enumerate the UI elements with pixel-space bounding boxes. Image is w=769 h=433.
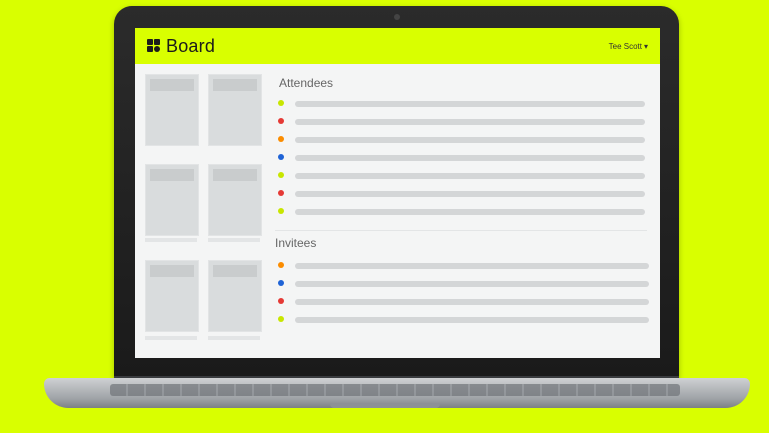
invitees-title: Invitees [275,236,317,250]
screen: Board Tee Scott ▾ Attendees Invitees [135,28,660,358]
name-placeholder [295,173,645,179]
status-dot [278,190,284,196]
attendee-row[interactable] [275,134,653,144]
status-dot [278,118,284,124]
thumbnail[interactable] [145,74,199,146]
attendee-row[interactable] [275,98,653,108]
keyboard [110,384,680,396]
name-placeholder [295,119,645,125]
thumbnail-caption [208,238,260,242]
name-placeholder [295,317,649,323]
name-placeholder [295,101,645,107]
status-dot [278,136,284,142]
attendees-title: Attendees [279,76,334,90]
status-dot [278,298,284,304]
invitee-row[interactable] [275,296,653,306]
attendee-row[interactable] [275,206,653,216]
attendee-row[interactable] [275,116,653,126]
board-logo-icon [147,39,161,53]
thumbnail-caption [145,238,197,242]
invitee-row[interactable] [275,260,653,270]
thumbnail[interactable] [208,74,262,146]
invitee-row[interactable] [275,314,653,324]
thumbnail-caption [145,336,197,340]
chevron-down-icon: ▾ [643,41,648,51]
attendee-row[interactable] [275,188,653,198]
status-dot [278,262,284,268]
name-placeholder [295,263,649,269]
name-placeholder [295,281,649,287]
thumbnail[interactable] [208,260,262,332]
name-placeholder [295,137,645,143]
status-dot [278,280,284,286]
user-name: Tee Scott [608,41,642,51]
status-dot [278,154,284,160]
status-dot [278,100,284,106]
thumbnail-caption [208,336,260,340]
thumbnail[interactable] [145,260,199,332]
attendee-row[interactable] [275,170,653,180]
status-dot [278,316,284,322]
user-menu[interactable]: Tee Scott ▾ [609,42,648,51]
name-placeholder [295,299,649,305]
status-dot [278,172,284,178]
status-dot [278,208,284,214]
app-header: Board Tee Scott ▾ [135,28,660,64]
thumbnail[interactable] [208,164,262,236]
name-placeholder [295,209,645,215]
camera [393,14,400,20]
thumbnail[interactable] [145,164,199,236]
brand-name: Board [166,35,216,56]
brand[interactable]: Board [147,36,215,57]
attendee-row[interactable] [275,152,653,162]
invitee-row[interactable] [275,278,653,288]
name-placeholder [295,191,645,197]
name-placeholder [295,155,645,161]
section-divider [275,230,647,231]
trackpad-notch [330,404,440,408]
